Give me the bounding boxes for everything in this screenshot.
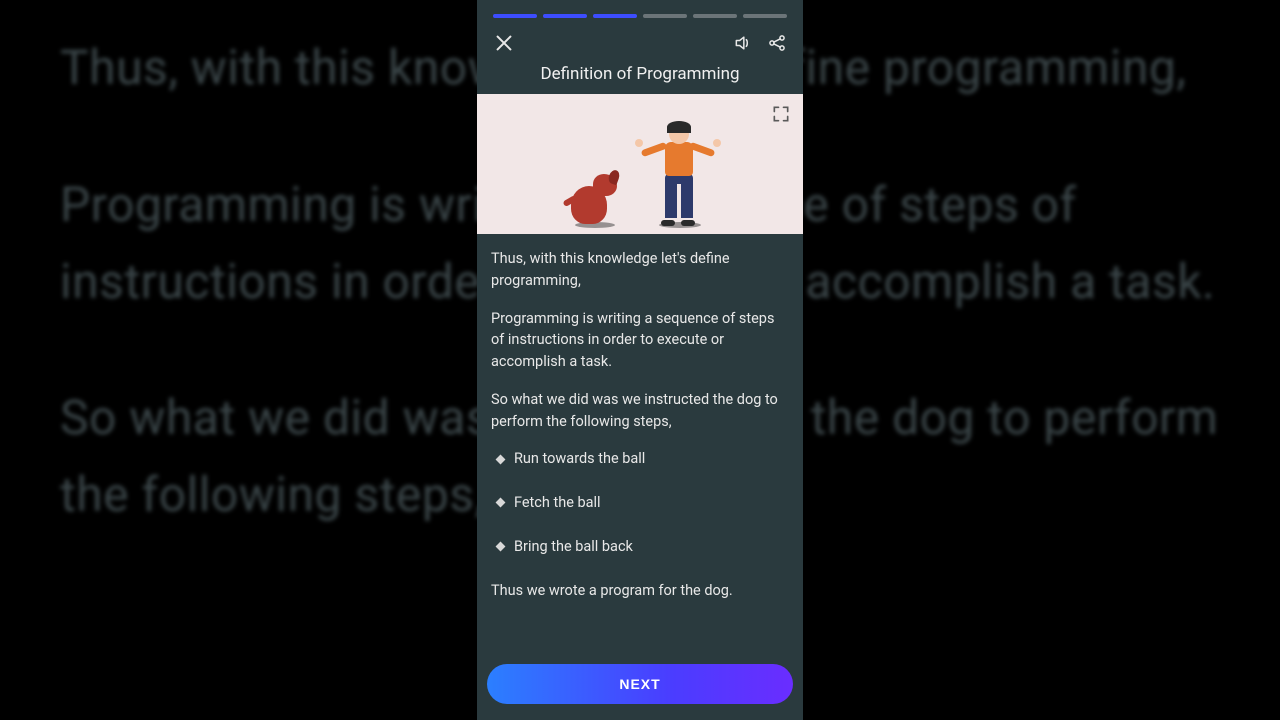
paragraph: Programming is writing a sequence of ste… [491,308,789,373]
expand-icon[interactable] [771,104,791,124]
lesson-content: Thus, with this knowledge let's define p… [477,234,803,658]
share-icon[interactable] [767,33,787,53]
list-item: Fetch the ball [497,492,789,514]
list-item-label: Fetch the ball [514,492,601,514]
sound-icon[interactable] [733,33,753,53]
header-row [477,18,803,62]
paragraph: So what we did was we instructed the dog… [491,389,789,433]
list-item-label: Bring the ball back [514,536,633,558]
list-item-label: Run towards the ball [514,448,645,470]
diamond-icon [496,454,506,464]
diamond-icon [496,498,506,508]
paragraph: Thus we wrote a program for the dog. [491,580,789,602]
boy-illustration [647,124,709,228]
step-list: Run towards the ball Fetch the ball Bring … [497,448,789,557]
dog-illustration [571,174,617,228]
progress-bar [477,0,803,18]
paragraph: Thus, with this knowledge let's define p… [491,248,789,292]
lesson-title: Definition of Programming [477,62,803,94]
illustration [477,94,803,234]
diamond-icon [496,542,506,552]
list-item: Run towards the ball [497,448,789,470]
list-item: Bring the ball back [497,536,789,558]
close-button[interactable] [493,32,515,54]
next-button[interactable]: NEXT [487,664,793,704]
lesson-card: Definition of Programming Thus, with thi… [477,0,803,720]
